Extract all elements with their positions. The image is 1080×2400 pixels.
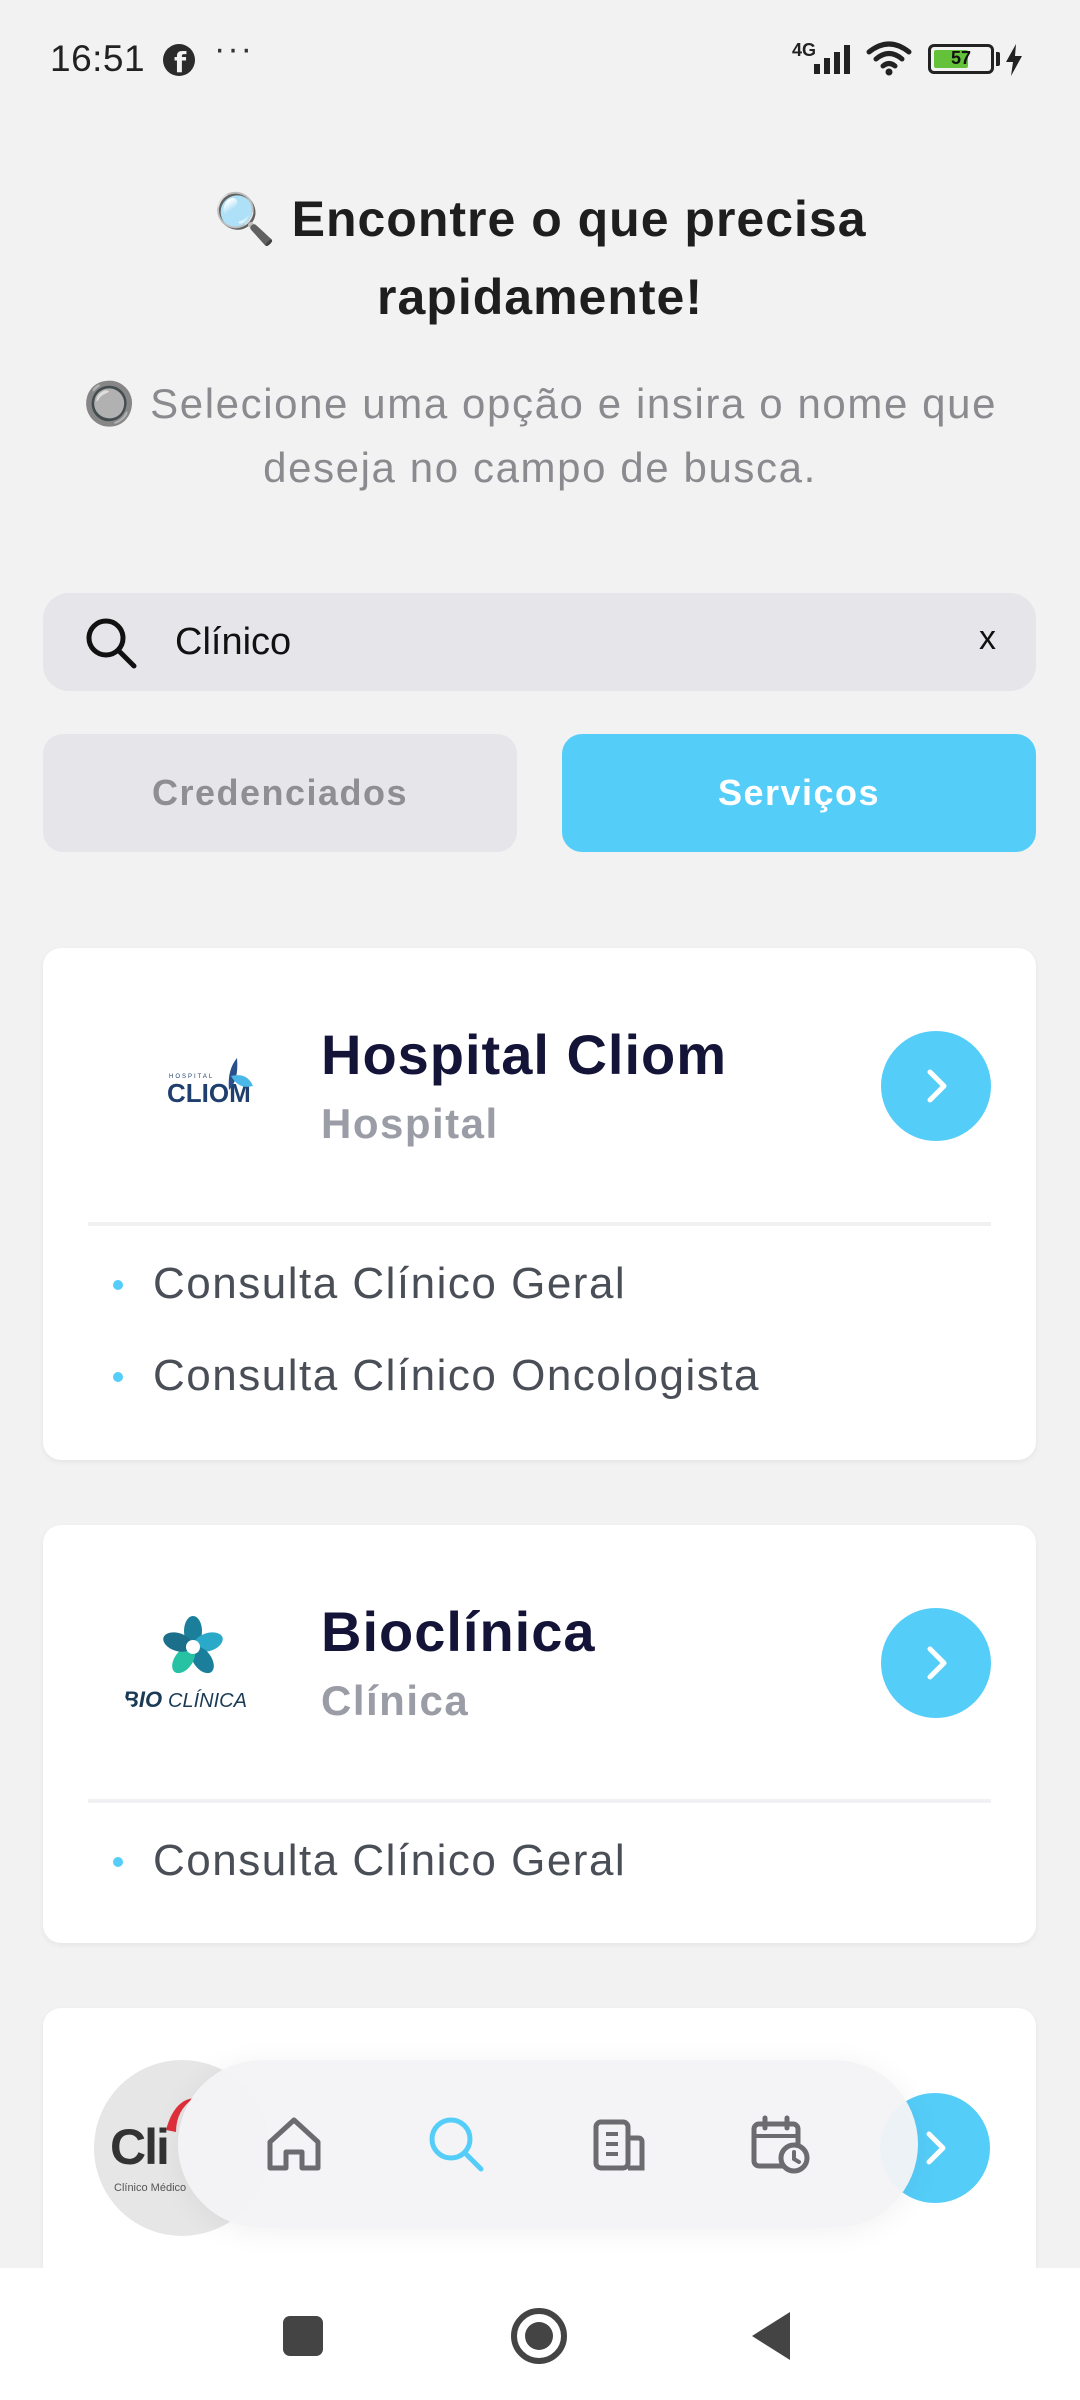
service-item: Consulta Clínico Oncologista xyxy=(113,1330,760,1422)
battery-icon: 57 xyxy=(928,44,994,74)
status-bar: 16:51 f ··· 4G 57 xyxy=(0,0,1080,120)
calendar-clock-icon[interactable] xyxy=(748,2112,812,2176)
card-divider xyxy=(88,1799,991,1803)
card-category: Clínica xyxy=(321,1677,470,1724)
result-card-hospital-cliom[interactable]: HOSPITAL CLIOM Hospital Cliom Hospital C… xyxy=(43,948,1036,1460)
battery-tip xyxy=(996,52,1000,66)
service-list: Consulta Clínico Geral xyxy=(113,1815,626,1907)
home-nav-icon[interactable] xyxy=(511,2308,567,2364)
page-title-text: Encontre o que precisa rapidamente! xyxy=(291,191,867,325)
search-tab-icon[interactable] xyxy=(424,2112,488,2176)
home-icon[interactable] xyxy=(262,2112,326,2176)
radio-button-emoji-icon: 🔘 xyxy=(82,380,137,427)
magnifier-emoji-icon: 🔍 xyxy=(213,191,277,247)
recent-apps-icon[interactable] xyxy=(283,2316,323,2356)
bioclinica-logo: BIO CLÍNICA xyxy=(113,1575,273,1735)
chevron-right-icon xyxy=(927,1646,947,1680)
page-subtitle: 🔘 Selecione uma opção e insira o nome qu… xyxy=(40,372,1040,500)
clear-search-button[interactable]: x xyxy=(979,619,996,658)
search-bar: x xyxy=(43,593,1036,691)
card-divider xyxy=(88,1222,991,1226)
wifi-icon xyxy=(866,41,912,76)
search-screen: 16:51 f ··· 4G 57 🔍 Encontre o que preci… xyxy=(0,0,1080,2400)
bioclinica-logo-icon: BIO CLÍNICA xyxy=(123,1616,247,1712)
search-icon xyxy=(86,618,137,669)
service-list: Consulta Clínico Geral Consulta Clínico … xyxy=(113,1238,760,1422)
more-icon: ··· xyxy=(214,30,254,68)
card-title: Bioclínica xyxy=(321,1600,596,1663)
page-subtitle-text: Selecione uma opção e insira o nome que … xyxy=(150,380,998,491)
bioclinica-logo-thin: CLÍNICA xyxy=(168,1689,247,1712)
card-category: Hospital xyxy=(321,1100,499,1147)
service-item: Consulta Clínico Geral xyxy=(113,1238,760,1330)
bioclinica-logo-bold: BIO xyxy=(123,1687,162,1712)
clinic-logo-subtitle: Clínico Médico xyxy=(114,2182,187,2194)
card-title: Hospital Cliom xyxy=(321,1023,728,1086)
charging-icon xyxy=(1006,44,1022,76)
page-title: 🔍 Encontre o que precisa rapidamente! xyxy=(60,180,1020,336)
cliom-logo-icon: HOSPITAL CLIOM xyxy=(167,1058,253,1108)
battery-level: 57 xyxy=(950,48,972,68)
status-time: 16:51 xyxy=(50,38,146,79)
facebook-icon: f xyxy=(163,44,195,79)
credenciados-button[interactable]: Credenciados xyxy=(43,734,517,852)
service-item: Consulta Clínico Geral xyxy=(113,1815,626,1907)
search-input[interactable] xyxy=(175,593,955,691)
back-icon[interactable] xyxy=(752,2312,790,2360)
bottom-tab-bar xyxy=(178,2060,918,2228)
building-icon[interactable] xyxy=(586,2112,650,2176)
signal-icon xyxy=(814,45,850,74)
chevron-right-icon xyxy=(926,2131,946,2165)
clinic-logo-text: Cli xyxy=(110,2119,170,2175)
open-hospital-cliom-button[interactable] xyxy=(881,1031,991,1141)
result-card-bioclinica[interactable]: BIO CLÍNICA Bioclínica Clínica Consulta … xyxy=(43,1525,1036,1943)
open-bioclinica-button[interactable] xyxy=(881,1608,991,1718)
servicos-button[interactable]: Serviços xyxy=(562,734,1036,852)
chevron-right-icon xyxy=(927,1069,947,1103)
system-nav-bar xyxy=(0,2268,1080,2400)
hospital-cliom-logo: HOSPITAL CLIOM xyxy=(113,998,273,1158)
